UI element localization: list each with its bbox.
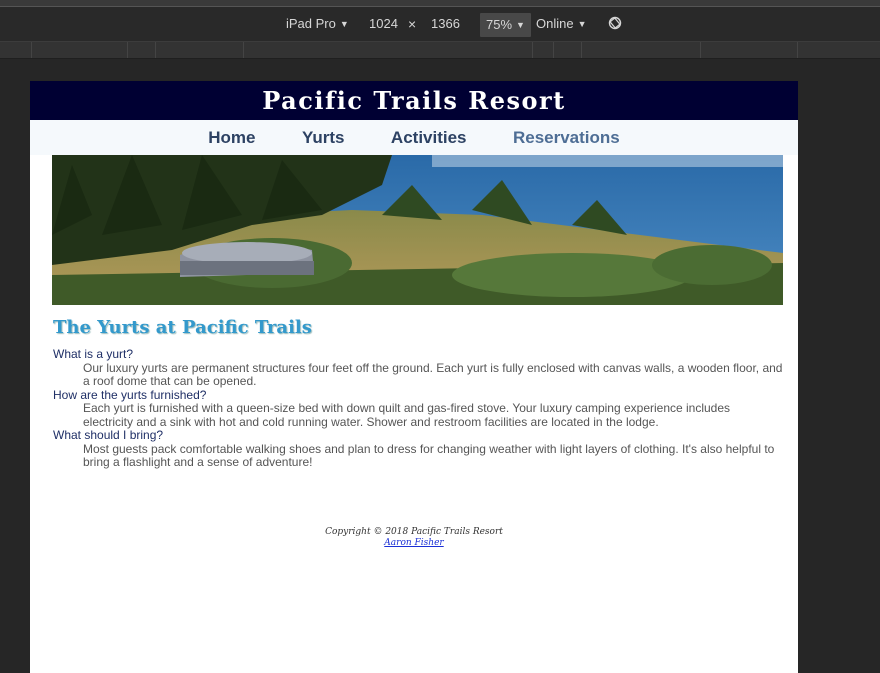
main-content: The Yurts at Pacific Trails What is a yu… <box>53 317 783 470</box>
nav-yurts[interactable]: Yurts <box>302 120 345 155</box>
ruler-tick <box>155 42 156 58</box>
ruler-tick <box>553 42 554 58</box>
ruler-tick <box>127 42 128 58</box>
faq-question: What is a yurt? <box>53 347 134 361</box>
chevron-down-icon: ▼ <box>339 19 349 29</box>
nav-home[interactable]: Home <box>208 120 255 155</box>
network-select[interactable]: Online ▼ <box>536 15 587 33</box>
hero-image <box>52 155 783 305</box>
device-toolbar: iPad Pro ▼ 1024 × 1366 75% ▼ Online ▼ <box>0 7 880 42</box>
times-icon: × <box>408 16 417 32</box>
faq-question: What should I bring? <box>53 428 164 442</box>
browser-top-strip <box>0 0 880 7</box>
nav-reservations[interactable]: Reservations <box>513 120 620 155</box>
ruler-tick <box>243 42 244 58</box>
faq-question: How are the yurts furnished? <box>53 387 207 402</box>
faq-answer: Our luxury yurts are permanent structure… <box>83 360 783 388</box>
faq-list: What is a yurt? Our luxury yurts are per… <box>53 347 783 470</box>
chevron-down-icon: ▼ <box>516 20 525 30</box>
faq-answer: Most guests pack comfortable walking sho… <box>83 441 775 469</box>
faq-answer: Each yurt is furnished with a queen-size… <box>83 401 731 429</box>
media-query-ruler[interactable] <box>0 42 880 59</box>
device-select-label: iPad Pro <box>286 16 336 31</box>
ruler-tick <box>532 42 533 58</box>
ruler-tick <box>31 42 32 58</box>
page-footer: Copyright © 2018 Pacific Trails Resort A… <box>30 527 798 549</box>
ruler-tick <box>797 42 798 58</box>
rotate-icon[interactable] <box>608 16 622 30</box>
main-nav: Home Yurts Activities Reservations <box>30 120 798 155</box>
width-input[interactable]: 1024 <box>369 15 398 33</box>
chevron-down-icon: ▼ <box>577 19 587 29</box>
height-input[interactable]: 1366 <box>431 15 460 33</box>
ruler-tick <box>581 42 582 58</box>
page-heading: The Yurts at Pacific Trails <box>53 317 312 338</box>
copyright-text: Copyright © 2018 Pacific Trails Resort <box>325 527 503 537</box>
web-page: Pacific Trails Resort Home Yurts Activit… <box>30 81 798 673</box>
author-link[interactable]: Aaron Fisher <box>384 538 443 548</box>
device-select[interactable]: iPad Pro ▼ <box>286 15 349 33</box>
network-select-label: Online <box>536 16 574 31</box>
nav-activities[interactable]: Activities <box>391 120 467 155</box>
site-title: Pacific Trails Resort <box>30 81 798 120</box>
ruler-tick <box>700 42 701 58</box>
zoom-select[interactable]: 75% ▼ <box>480 13 531 37</box>
zoom-select-label: 75% <box>486 17 513 32</box>
